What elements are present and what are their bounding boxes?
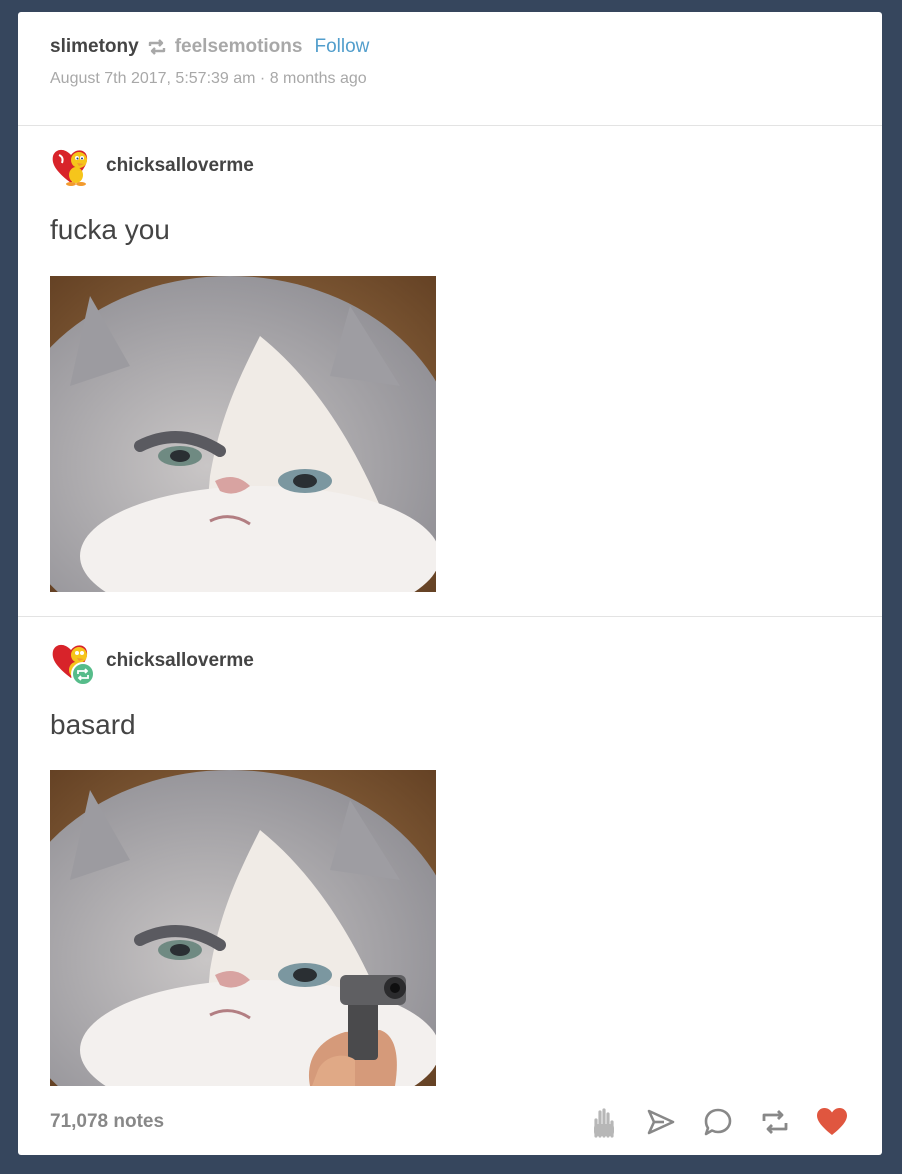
- post-header: slimetony feelsemotions Follow August 7t…: [50, 34, 369, 88]
- share-icon[interactable]: [643, 1104, 679, 1140]
- reblog-entry: chicksalloverme basard: [50, 639, 850, 744]
- reblog-entry: chicksalloverme fucka you: [50, 144, 850, 249]
- hand-icon[interactable]: [586, 1104, 622, 1140]
- divider: [18, 125, 882, 126]
- post-timestamp[interactable]: August 7th 2017, 5:57:39 am · 8 months a…: [50, 70, 369, 88]
- entry-text: fucka you: [50, 214, 170, 245]
- post-footer: 71,078 notes: [50, 1100, 850, 1144]
- heart-tweety-avatar-icon: [52, 644, 95, 686]
- entry-blog-name[interactable]: chicksalloverme: [106, 650, 254, 672]
- heart-tweety-avatar-icon: [52, 149, 88, 186]
- entry-blog-name[interactable]: chicksalloverme: [106, 155, 254, 177]
- entry-text: basard: [50, 709, 136, 740]
- reblogger-username[interactable]: slimetony: [50, 36, 139, 58]
- source-blog-name[interactable]: feelsemotions: [175, 36, 303, 58]
- reblog-icon: [147, 38, 167, 56]
- notes-count[interactable]: 71,078 notes: [50, 1111, 164, 1133]
- divider: [18, 616, 882, 617]
- follow-button[interactable]: Follow: [314, 36, 369, 58]
- post-actions: [586, 1104, 850, 1140]
- grumpy-kitten-with-gun-photo[interactable]: [50, 770, 436, 1086]
- grumpy-kitten-photo[interactable]: [50, 276, 436, 592]
- post-card: slimetony feelsemotions Follow August 7t…: [18, 12, 882, 1155]
- avatar[interactable]: [50, 145, 92, 187]
- avatar[interactable]: [50, 640, 95, 686]
- reply-icon[interactable]: [700, 1104, 736, 1140]
- like-heart-icon[interactable]: [814, 1104, 850, 1140]
- reblog-icon[interactable]: [757, 1104, 793, 1140]
